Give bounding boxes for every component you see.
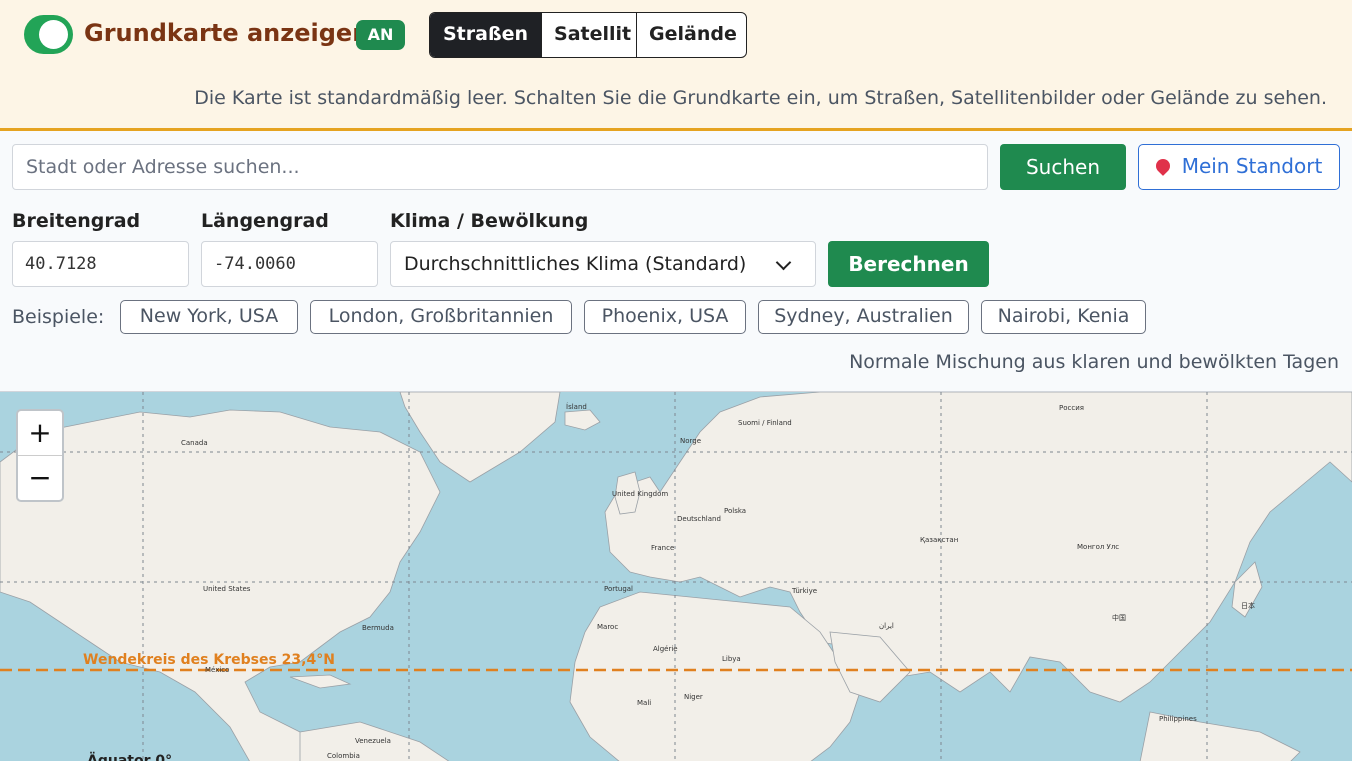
climate-label: Klima / Bewölkung <box>390 210 589 232</box>
map-label-russia: Россия <box>1059 404 1084 412</box>
map-type-selector: Straßen Satellit Gelände <box>429 12 748 58</box>
latitude-input[interactable]: 40.7128 <box>12 241 189 287</box>
map-label-canada: Canada <box>181 439 208 447</box>
map-label-polska: Polska <box>724 507 747 515</box>
map-label-philippines: Philippines <box>1159 715 1197 723</box>
zoom-control: + − <box>16 409 64 502</box>
example-phoenix[interactable]: Phoenix, USA <box>584 300 746 334</box>
map-label-venezuela: Venezuela <box>355 737 391 745</box>
basemap-description: Die Karte ist standardmäßig leer. Schalt… <box>194 87 1327 109</box>
map-label-suomi: Suomi / Finland <box>738 419 792 427</box>
search-button[interactable]: Suchen <box>1000 144 1126 190</box>
chevron-down-icon <box>775 254 792 271</box>
climate-note: Normale Mischung aus klaren und bewölkte… <box>849 351 1339 373</box>
map-label-uk: United Kingdom <box>612 490 669 498</box>
map-canvas[interactable]: + − Wendekreis des Krebses 23,4°N Äquato… <box>0 391 1352 761</box>
map-pin-icon <box>1152 156 1173 176</box>
map-label-colombia: Colombia <box>327 752 360 760</box>
climate-select[interactable]: Durchschnittliches Klima (Standard) <box>390 241 816 287</box>
climate-select-value: Durchschnittliches Klima (Standard) <box>404 253 747 275</box>
my-location-label: Mein Standort <box>1181 154 1323 178</box>
map-label-libya: Libya <box>722 655 741 663</box>
example-new-york[interactable]: New York, USA <box>120 300 298 334</box>
map-label-bermuda: Bermuda <box>362 624 394 632</box>
longitude-label: Längengrad <box>201 210 329 232</box>
map-label-portugal: Portugal <box>604 585 633 593</box>
world-map-graphic <box>0 392 1352 761</box>
equator-label: Äquator 0° <box>87 753 173 761</box>
example-sydney[interactable]: Sydney, Australien <box>758 300 969 334</box>
basemap-toggle[interactable] <box>24 15 73 54</box>
map-label-norge: Norge <box>680 437 702 445</box>
basemap-banner: Grundkarte anzeigen AN Straßen Satellit … <box>0 0 1352 131</box>
zoom-in-button[interactable]: + <box>18 411 62 456</box>
examples-label: Beispiele: <box>12 306 105 328</box>
map-label-france: France <box>651 544 675 552</box>
map-label-iran: ایران <box>879 622 894 630</box>
map-label-island: Ísland <box>566 403 587 411</box>
map-label-united-states: United States <box>203 585 251 593</box>
status-badge: AN <box>356 20 405 50</box>
search-input[interactable]: Stadt oder Adresse suchen... <box>12 144 988 190</box>
basemap-title: Grundkarte anzeigen <box>84 19 370 47</box>
caribbean-islands <box>289 674 352 689</box>
map-label-japan: 日本 <box>1241 602 1255 610</box>
map-label-mali: Mali <box>637 699 652 707</box>
example-london[interactable]: London, Großbritannien <box>310 300 572 334</box>
iceland-landmass <box>564 409 601 431</box>
map-label-kazakhstan: Қазақстан <box>920 536 959 544</box>
map-label-algerie: Algérie <box>653 645 678 653</box>
my-location-button[interactable]: Mein Standort <box>1138 144 1340 190</box>
longitude-input[interactable]: -74.0060 <box>201 241 378 287</box>
map-label-mexico: México <box>205 666 230 674</box>
toggle-knob <box>39 20 68 49</box>
calculate-button[interactable]: Berechnen <box>828 241 989 287</box>
map-type-streets[interactable]: Straßen <box>430 13 542 57</box>
example-nairobi[interactable]: Nairobi, Kenia <box>981 300 1146 334</box>
map-label-china: 中国 <box>1112 614 1126 622</box>
map-type-satellite[interactable]: Satellit <box>541 13 636 57</box>
map-type-terrain[interactable]: Gelände <box>636 13 746 57</box>
map-label-mongolia: Монгол Улс <box>1077 543 1120 551</box>
zoom-out-button[interactable]: − <box>18 456 62 500</box>
latitude-label: Breitengrad <box>12 210 141 232</box>
map-label-deutschland: Deutschland <box>677 515 721 523</box>
map-label-turkiye: Türkiye <box>792 587 818 595</box>
map-label-maroc: Maroc <box>597 623 619 631</box>
map-label-niger: Niger <box>684 693 703 701</box>
